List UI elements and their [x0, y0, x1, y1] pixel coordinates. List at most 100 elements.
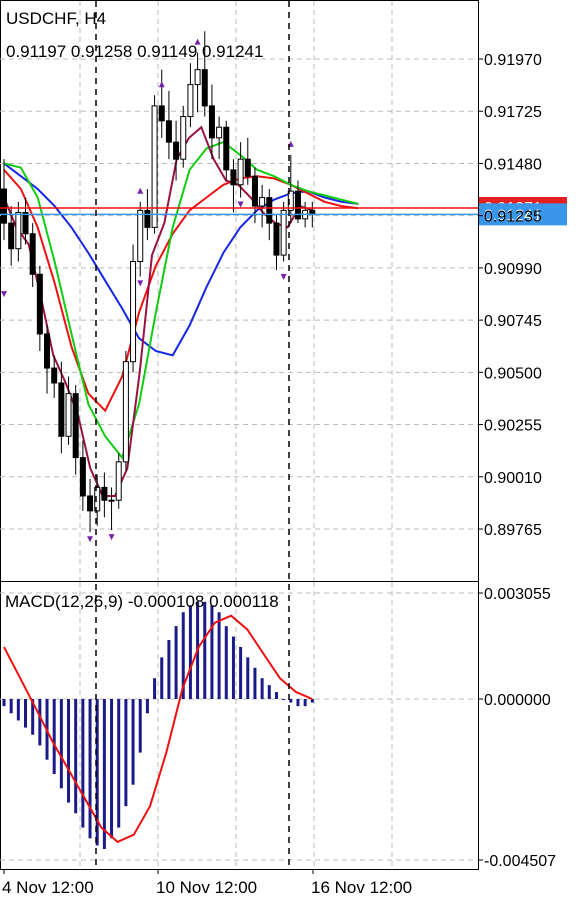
macd-histogram-bar	[24, 699, 28, 728]
candle-body	[72, 393, 79, 459]
candle-body	[230, 169, 237, 186]
time-tick-label: 10 Nov 12:00	[156, 878, 257, 897]
candle-body	[122, 361, 129, 463]
macd-histogram-bar	[38, 699, 42, 746]
macd-tick-label: -0.004507	[484, 853, 556, 870]
candle-body	[65, 393, 72, 437]
macd-histogram-bar	[239, 646, 243, 699]
candle-body	[137, 209, 144, 262]
macd-histogram-bar	[16, 699, 20, 721]
macd-histogram-bar	[217, 612, 221, 699]
macd-tick-label: 0.003055	[484, 586, 551, 603]
candle-body	[208, 105, 215, 139]
candle-body	[87, 495, 94, 512]
macd-histogram-bar	[117, 699, 121, 828]
candle-body	[173, 141, 180, 160]
candle-body	[44, 333, 51, 369]
candle-body	[273, 222, 280, 256]
candle-body	[8, 222, 15, 250]
chart-area[interactable]: 0.912710.91241 0.0030550.000000-0.004507…	[0, 0, 580, 900]
time-tick-label: 16 Nov 12:00	[311, 878, 412, 897]
macd-histogram-bar	[282, 699, 286, 700]
candle-body	[15, 211, 22, 250]
macd-histogram-bar	[188, 605, 192, 699]
macd-histogram-bar	[224, 626, 228, 699]
macd-histogram-bar	[88, 699, 92, 839]
macd-histogram-bar	[260, 678, 264, 699]
price-tick-label: 0.89765	[484, 522, 542, 539]
macd-histogram-bar	[231, 636, 235, 699]
macd-tick-label: 0.000000	[484, 692, 551, 709]
macd-histogram-bar	[52, 699, 56, 775]
macd-histogram-bar	[124, 699, 128, 807]
price-tick-label: 0.90500	[484, 365, 542, 382]
candle-body	[216, 126, 223, 139]
macd-histogram-bar	[131, 699, 135, 785]
price-tick-label: 0.90255	[484, 418, 542, 435]
candle-body	[29, 233, 36, 275]
macd-histogram-bar	[253, 667, 257, 699]
macd-histogram-bar	[267, 685, 271, 699]
candle-body	[1, 188, 7, 224]
time-tick-label: 4 Nov 12:00	[2, 878, 94, 897]
ohlc-readout: 0.91197 0.91258 0.91149 0.91241	[6, 42, 263, 61]
candle-body	[165, 120, 172, 143]
candle-body	[194, 69, 201, 86]
candle-body	[187, 84, 194, 118]
macd-histogram-bar	[9, 699, 13, 714]
macd-histogram-bar	[74, 699, 78, 814]
candle-body	[158, 105, 165, 122]
candle-body	[130, 260, 137, 363]
price-tick-label: 0.91970	[484, 52, 542, 69]
macd-histogram-bar	[102, 699, 106, 850]
macd-histogram-bar	[81, 699, 85, 828]
macd-histogram-bar	[67, 699, 71, 803]
main-panel	[0, 0, 479, 582]
candle-body	[36, 273, 43, 335]
candle-body	[151, 105, 158, 228]
candle-body	[251, 175, 258, 207]
candle-body	[58, 382, 65, 437]
candle-body	[180, 116, 187, 160]
candle-body	[115, 461, 122, 501]
macd-histogram-bar	[174, 626, 178, 699]
macd-histogram-bar	[274, 692, 278, 699]
candle-body	[144, 209, 151, 228]
candle-body	[201, 69, 208, 107]
candle-body	[223, 126, 230, 171]
candle-body	[244, 158, 251, 177]
macd-histogram-bar	[145, 699, 149, 714]
candle-body	[237, 158, 244, 186]
candle-body	[280, 209, 287, 256]
candle-body	[22, 211, 29, 235]
macd-histogram-bar	[138, 699, 142, 753]
candle-body	[79, 457, 86, 497]
candle-body	[51, 367, 58, 384]
candle-body	[108, 499, 115, 502]
macd-histogram-bar	[203, 601, 207, 699]
price-axis: 0.91970 0.91725 0.91480 0.91235 0.90990 0.907…	[478, 52, 542, 539]
macd-histogram-bar	[167, 640, 171, 699]
price-tick-label: 0.90010	[484, 470, 542, 487]
price-tick-label: 0.91480	[484, 156, 542, 173]
macd-panel	[0, 581, 479, 870]
candle-body	[101, 486, 108, 501]
macd-histogram-bar	[110, 699, 114, 839]
time-axis: 4 Nov 12:00 10 Nov 12:00 16 Nov 12:00	[2, 869, 412, 897]
macd-histogram-bar	[153, 678, 157, 699]
price-tick-label: 0.91235	[484, 209, 542, 226]
macd-histogram-bar	[210, 605, 214, 699]
macd-histogram-bar	[246, 657, 250, 699]
price-tick-label: 0.90990	[484, 261, 542, 278]
macd-label: MACD(12,26,9) -0.000108 0.000118	[5, 592, 279, 611]
macd-histogram-bar	[296, 699, 300, 707]
candle-body	[266, 197, 273, 224]
price-tick-label: 0.90745	[484, 313, 542, 330]
symbol-timeframe-label: USDCHF, H4	[6, 9, 106, 28]
macd-histogram-bar	[303, 699, 307, 707]
price-tick-label: 0.91725	[484, 104, 542, 121]
macd-histogram-bar	[160, 657, 164, 699]
macd-histogram-bar	[59, 699, 63, 789]
candle-body	[259, 197, 266, 207]
macd-histogram-bar	[2, 699, 6, 707]
